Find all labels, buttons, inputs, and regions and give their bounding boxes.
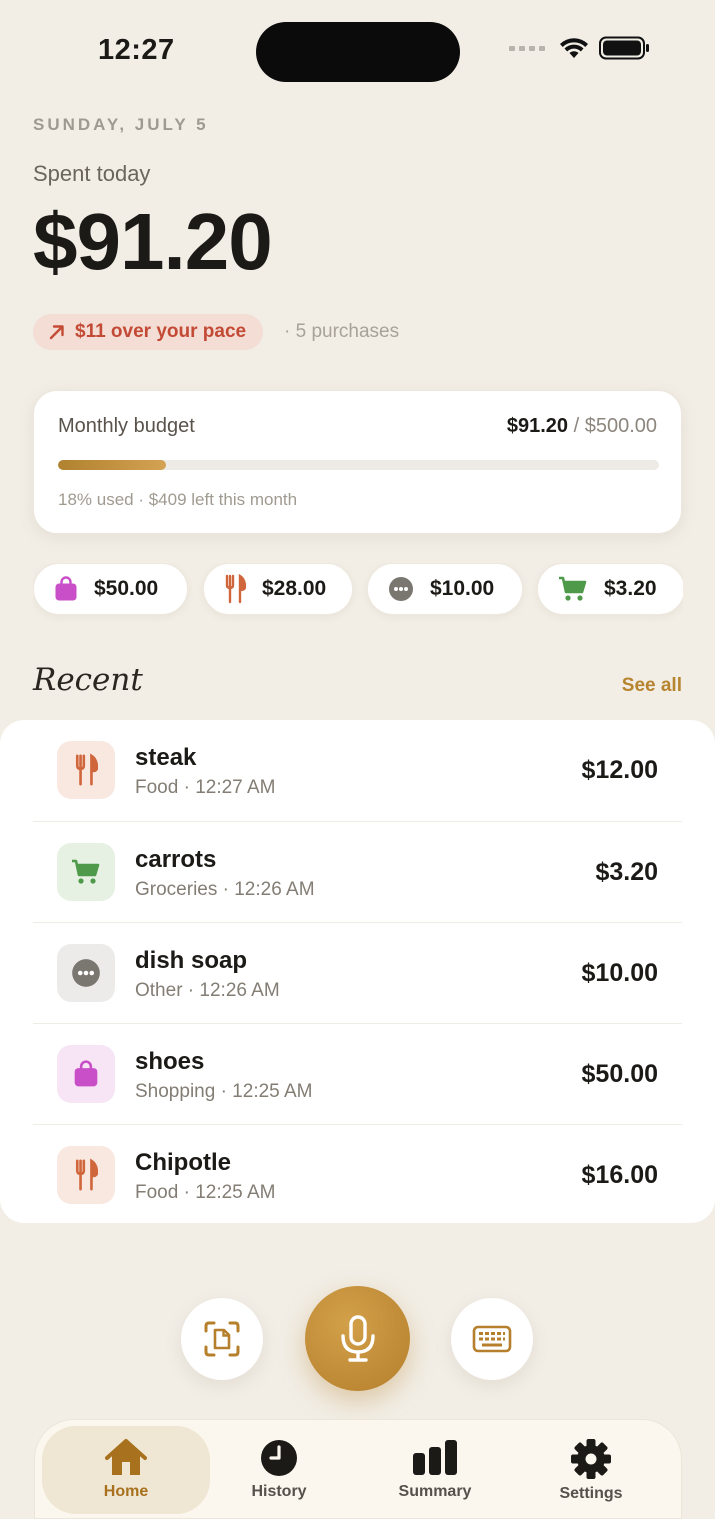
date-label: SUNDAY, JULY 5: [33, 115, 209, 134]
recent-transactions-list: steak Food · 12:27 AM $12.00 carrots Gro…: [0, 720, 715, 1223]
budget-values: $91.20 / $500.00: [507, 415, 657, 438]
transaction-name: Chipotle: [135, 1149, 231, 1176]
transaction-row[interactable]: steak Food · 12:27 AM $12.00: [33, 720, 682, 821]
see-all-link[interactable]: See all: [622, 675, 682, 697]
budget-progress-fill: [58, 460, 167, 470]
budget-spent: $91.20: [506, 415, 569, 437]
chip-amount: $10.00: [430, 577, 495, 600]
transaction-name: steak: [135, 744, 197, 771]
transaction-row[interactable]: dish soap Other · 12:26 AM $10.00: [33, 922, 682, 1023]
category-chips: $50.00 $28.00 $10.00 $3.20: [33, 563, 683, 623]
tab-bar: Home History Summary Settings: [34, 1419, 682, 1519]
transaction-meta: Other · 12:26 AM: [135, 980, 280, 1001]
tab-summary[interactable]: Summary: [351, 1426, 519, 1514]
chip-amount: $3.20: [604, 577, 657, 600]
more-dots-icon: [72, 959, 100, 987]
cart-icon: [72, 859, 100, 884]
shopping-category-icon: [57, 1045, 115, 1103]
chip-shopping[interactable]: $50.00: [33, 563, 188, 615]
chip-amount: $28.00: [262, 577, 327, 600]
cart-icon: [559, 576, 587, 601]
pace-text: $11 over your pace: [75, 321, 247, 342]
tab-settings[interactable]: Settings: [507, 1426, 675, 1514]
tab-label: History: [251, 1483, 307, 1500]
transaction-name: dish soap: [135, 947, 248, 974]
transaction-amount: $10.00: [581, 959, 658, 987]
groceries-category-icon: [57, 843, 115, 901]
tab-label: Settings: [559, 1485, 623, 1502]
transaction-row[interactable]: carrots Groceries · 12:26 AM $3.20: [33, 821, 682, 922]
spent-today-amount: $91.20: [33, 197, 273, 286]
fork-knife-icon: [225, 574, 246, 604]
tab-history[interactable]: History: [195, 1426, 363, 1514]
transaction-amount: $50.00: [581, 1060, 658, 1088]
fork-knife-icon: [75, 1158, 98, 1191]
home-screen: 12:27 SUNDAY, JULY 5 Spent today $91.20 …: [0, 0, 715, 1519]
transaction-name: carrots: [135, 846, 217, 873]
transaction-meta: Shopping · 12:25 AM: [135, 1081, 313, 1102]
spent-today-label: Spent today: [33, 161, 151, 186]
bar-chart-icon: [413, 1440, 457, 1475]
fork-knife-icon: [75, 753, 98, 786]
transaction-name: shoes: [135, 1048, 205, 1075]
chip-amount: $50.00: [94, 577, 159, 600]
transaction-row[interactable]: shoes Shopping · 12:25 AM $50.00: [33, 1023, 682, 1124]
keyboard-input-button[interactable]: [451, 1298, 533, 1380]
home-icon: [105, 1439, 147, 1475]
tab-label: Home: [103, 1483, 149, 1500]
scan-receipt-icon: [204, 1321, 240, 1357]
budget-note: 18% used · $409 left this month: [58, 490, 298, 509]
budget-separator: /: [573, 415, 580, 437]
microphone-icon: [340, 1314, 375, 1362]
battery-icon: [599, 36, 649, 60]
food-category-icon: [57, 1146, 115, 1204]
tab-label: Summary: [398, 1483, 472, 1500]
transaction-row[interactable]: Chipotle Food · 12:25 AM $16.00: [33, 1124, 682, 1225]
status-icons: [509, 36, 651, 60]
transaction-meta: Food · 12:27 AM: [135, 777, 276, 798]
chip-food[interactable]: $28.00: [203, 563, 353, 615]
clock-icon: [261, 1440, 297, 1476]
purchases-count: · 5 purchases: [284, 321, 400, 342]
transaction-amount: $3.20: [595, 858, 658, 886]
other-category-icon: [57, 944, 115, 1002]
more-dots-icon: [389, 577, 413, 601]
transaction-meta: Groceries · 12:26 AM: [135, 879, 315, 900]
monthly-budget-card[interactable]: Monthly budget $91.20 / $500.00 18% used…: [33, 390, 682, 534]
tab-home[interactable]: Home: [42, 1426, 210, 1514]
transaction-amount: $12.00: [581, 756, 658, 784]
wifi-icon: [560, 38, 588, 58]
chip-groceries[interactable]: $3.20: [537, 563, 683, 615]
status-time: 12:27: [98, 34, 175, 66]
gear-icon: [571, 1439, 611, 1479]
budget-title: Monthly budget: [58, 415, 195, 437]
shopping-bag-icon: [55, 576, 77, 601]
budget-progress-bar: [58, 460, 659, 470]
chip-other[interactable]: $10.00: [367, 563, 523, 615]
shopping-bag-icon: [74, 1060, 98, 1087]
voice-input-button[interactable]: [305, 1286, 410, 1391]
cellular-signal-icon: [509, 45, 545, 51]
dynamic-island: [256, 22, 460, 82]
recent-section-title: Recent: [33, 662, 143, 698]
arrow-up-right-icon: [49, 325, 64, 340]
food-category-icon: [57, 741, 115, 799]
transaction-meta: Food · 12:25 AM: [135, 1182, 276, 1203]
scan-receipt-button[interactable]: [181, 1298, 263, 1380]
transaction-amount: $16.00: [581, 1161, 658, 1189]
pace-badge: $11 over your pace: [33, 314, 264, 350]
keyboard-icon: [472, 1325, 512, 1353]
budget-total: $500.00: [584, 415, 657, 437]
